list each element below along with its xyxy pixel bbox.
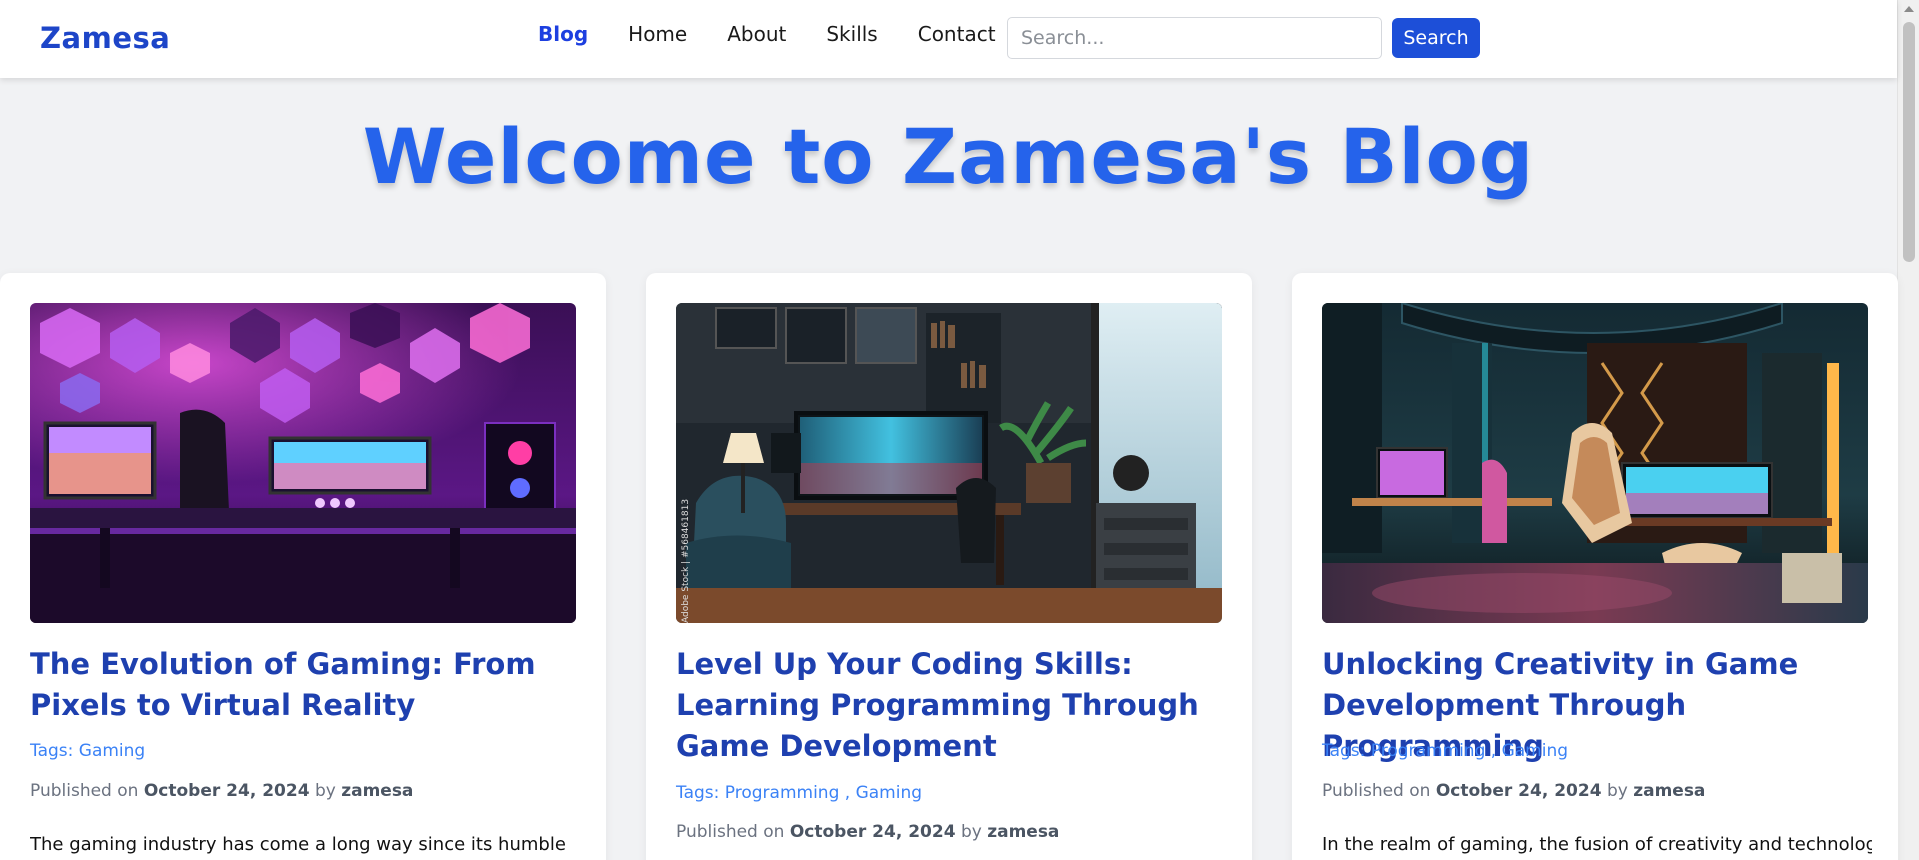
teal-desk-setup-illustration: Adobe Stock | #568461813 xyxy=(676,303,1222,623)
brand-logo[interactable]: Zamesa xyxy=(40,21,170,55)
post-meta: Published on October 24, 2024 by zamesa xyxy=(1322,781,1705,801)
tag-link-gaming[interactable]: Gaming xyxy=(79,741,145,761)
by-label: by xyxy=(960,822,982,842)
post-title[interactable]: The Evolution of Gaming: From Pixels to … xyxy=(30,644,580,726)
post-author: zamesa xyxy=(1633,781,1706,801)
nav-link-about[interactable]: About xyxy=(727,22,786,46)
post-title[interactable]: Level Up Your Coding Skills: Learning Pr… xyxy=(676,644,1226,767)
tag-separator: , xyxy=(1490,741,1497,761)
purple-gaming-room-illustration xyxy=(30,303,576,623)
post-tags: Tags: Programming , Gaming xyxy=(1322,741,1568,761)
nav-link-skills[interactable]: Skills xyxy=(826,22,877,46)
post-date: October 24, 2024 xyxy=(1435,781,1602,801)
post-author: zamesa xyxy=(987,822,1060,842)
by-label: by xyxy=(314,781,336,801)
scrollbar[interactable] xyxy=(1897,0,1919,860)
stock-watermark: Adobe Stock | #568461813 xyxy=(681,499,691,623)
post-tags: Tags: Programming , Gaming xyxy=(676,783,922,803)
post-excerpt: In the realm of gaming, the fusion of cr… xyxy=(1322,834,1872,855)
nav-link-blog[interactable]: Blog xyxy=(538,22,588,46)
cyberpunk-lounge-illustration xyxy=(1322,303,1868,623)
navbar: Zamesa Blog Home About Skills Contact Se… xyxy=(0,0,1897,78)
tags-label: Tags: xyxy=(676,783,720,803)
blog-card: The Evolution of Gaming: From Pixels to … xyxy=(0,273,606,860)
post-meta: Published on October 24, 2024 by zamesa xyxy=(30,781,413,801)
page: Zamesa Blog Home About Skills Contact Se… xyxy=(0,0,1919,860)
search-input[interactable] xyxy=(1007,17,1382,59)
blog-card: Adobe Stock | #568461813 Level Up Your C… xyxy=(646,273,1252,860)
nav-link-home[interactable]: Home xyxy=(628,22,687,46)
tag-link-gaming[interactable]: Gaming xyxy=(1502,741,1568,761)
published-label: Published on xyxy=(30,781,139,801)
published-label: Published on xyxy=(1322,781,1431,801)
post-image-gaming-lounge[interactable] xyxy=(1322,303,1868,623)
post-meta: Published on October 24, 2024 by zamesa xyxy=(676,822,1059,842)
tags-label: Tags: xyxy=(30,741,74,761)
published-label: Published on xyxy=(676,822,785,842)
post-author: zamesa xyxy=(341,781,414,801)
nav-links: Blog Home About Skills Contact xyxy=(538,22,1036,46)
page-title: Welcome to Zamesa's Blog xyxy=(362,112,1535,201)
nav-link-contact[interactable]: Contact xyxy=(918,22,996,46)
by-label: by xyxy=(1606,781,1628,801)
tag-link-programming[interactable]: Programming xyxy=(725,783,840,803)
blog-card: Unlocking Creativity in Game Development… xyxy=(1292,273,1898,860)
post-image-gaming-room[interactable] xyxy=(30,303,576,623)
tag-separator: , xyxy=(844,783,851,803)
post-date: October 24, 2024 xyxy=(789,822,956,842)
search-button[interactable]: Search xyxy=(1392,18,1480,58)
post-excerpt: The gaming industry has come a long way … xyxy=(30,834,566,855)
post-image-coding-setup[interactable]: Adobe Stock | #568461813 xyxy=(676,303,1222,623)
tag-link-programming[interactable]: Programming xyxy=(1371,741,1486,761)
post-date: October 24, 2024 xyxy=(143,781,310,801)
scroll-up-arrow-icon[interactable] xyxy=(1904,6,1914,12)
tags-label: Tags: xyxy=(1322,741,1366,761)
post-tags: Tags: Gaming xyxy=(30,741,145,761)
tag-link-gaming[interactable]: Gaming xyxy=(856,783,922,803)
scrollbar-thumb[interactable] xyxy=(1903,22,1915,262)
